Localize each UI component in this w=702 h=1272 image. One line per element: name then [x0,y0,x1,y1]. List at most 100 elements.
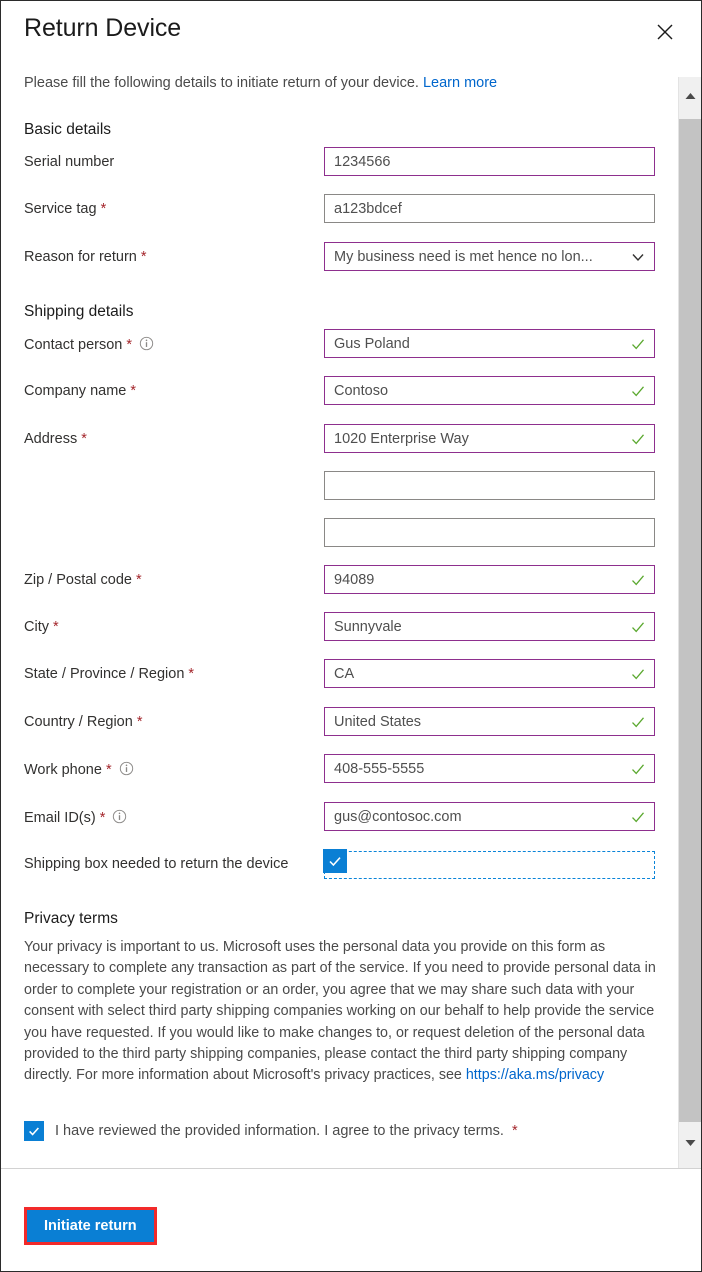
shipping-field-input-6[interactable]: Sunnyvale [324,612,655,641]
field-value: Contoso [334,382,389,399]
shipping-field-input-3[interactable] [324,471,655,500]
label-text: Work phone [24,762,102,778]
chevron-down-icon [632,253,644,261]
shipping-field-input-9[interactable]: 408-555-5555 [324,754,655,783]
required-asterisk: * [48,619,59,635]
info-icon[interactable] [119,761,134,776]
privacy-agreement-text: I have reviewed the provided information… [55,1123,504,1139]
dialog-header: Return Device [1,1,701,67]
close-button[interactable] [650,17,680,47]
caret-up-icon [685,93,695,99]
basic-field-label-0: Serial number [24,154,114,170]
required-asterisk: * [136,249,147,265]
label-text: Country / Region [24,714,133,730]
shipping-field-input-1[interactable]: Contoso [324,376,655,405]
shipping-field-input-4[interactable] [324,518,655,547]
label-text: Company name [24,383,127,399]
label-text: Address [24,431,78,447]
return-device-form: Please fill the following details to ini… [1,67,677,1168]
info-icon[interactable] [139,336,154,351]
check-icon [329,857,341,867]
required-asterisk: * [132,714,143,730]
required-asterisk: * [77,431,87,447]
field-value: Gus Poland [334,335,410,352]
shipping-field-input-10[interactable]: gus@contosoc.com [324,802,655,831]
shipping-field-label-9: Work phone * [24,761,134,778]
label-text: Serial number [24,154,115,170]
label-text: Contact person [24,337,123,353]
shipping-field-input-2[interactable]: 1020 Enterprise Way [324,424,655,453]
basic-field-input-0[interactable]: 1234566 [324,147,655,176]
label-text: City [24,619,49,635]
field-value: 1234566 [334,153,391,170]
shipping-box-checkbox[interactable] [323,849,347,873]
learn-more-link[interactable]: Learn more [423,75,497,91]
basic-field-input-1[interactable]: a123bdcef [324,194,655,223]
validation-check-icon [632,574,644,585]
privacy-body: Your privacy is important to us. Microso… [24,939,656,1084]
shipping-field-label-1: Company name * [24,383,136,399]
validation-check-icon [632,668,644,679]
required-asterisk: * [126,383,137,399]
section-title-privacy-terms: Privacy terms [24,910,118,927]
check-icon [29,1127,39,1136]
field-value: Sunnyvale [334,618,402,635]
label-text: Zip / Postal code [24,572,132,588]
shipping-field-label-2: Address * [24,431,87,447]
field-value: a123bdcef [334,200,402,217]
validation-check-icon [632,385,644,396]
shipping-box-focus-outline [324,851,655,879]
validation-check-icon [632,621,644,632]
return-device-dialog: Return Device Please fill the following … [0,0,702,1272]
privacy-agreement-row: I have reviewed the provided information… [24,1121,518,1141]
shipping-field-input-0[interactable]: Gus Poland [324,329,655,358]
scrollbar-thumb[interactable] [679,119,701,1122]
initiate-return-button[interactable]: Initiate return [24,1207,157,1245]
dialog-scroll-region: Please fill the following details to ini… [1,67,701,1168]
field-value: 1020 Enterprise Way [334,430,469,447]
validation-check-icon [632,433,644,444]
shipping-box-label: Shipping box needed to return the device [24,856,289,872]
shipping-field-label-0: Contact person * [24,336,154,353]
validation-check-icon [632,763,644,774]
basic-field-label-2: Reason for return * [24,249,147,265]
scroll-up-button[interactable] [679,85,701,107]
vertical-scrollbar[interactable] [678,77,701,1168]
field-value: 94089 [334,571,375,588]
info-icon[interactable] [112,809,127,824]
scroll-down-button[interactable] [679,1132,701,1154]
shipping-field-label-8: Country / Region * [24,714,142,730]
validation-check-icon [632,338,644,349]
validation-check-icon [632,716,644,727]
section-title-basic-details: Basic details [24,121,112,138]
field-value: gus@contosoc.com [334,808,462,825]
shipping-field-label-5: Zip / Postal code * [24,572,142,588]
basic-field-label-1: Service tag * [24,201,106,217]
basic-field-input-2[interactable]: My business need is met hence no lon... [324,242,655,271]
shipping-field-label-10: Email ID(s) * [24,809,127,826]
privacy-agreement-label: I have reviewed the provided information… [55,1123,518,1139]
shipping-field-input-7[interactable]: CA [324,659,655,688]
field-value: 408-555-5555 [334,760,425,777]
label-text: Service tag [24,201,97,217]
privacy-terms-text: Your privacy is important to us. Microso… [24,937,656,1087]
section-title-shipping-details: Shipping details [24,303,134,320]
page-title: Return Device [24,14,182,42]
field-value: My business need is met hence no lon... [334,248,593,265]
required-asterisk: * [507,1123,518,1139]
intro-text: Please fill the following details to ini… [24,75,497,91]
label-text: State / Province / Region [24,666,185,682]
field-value: United States [334,713,422,730]
shipping-field-input-5[interactable]: 94089 [324,565,655,594]
shipping-field-input-8[interactable]: United States [324,707,655,736]
required-asterisk: * [132,572,142,588]
intro-sentence: Please fill the following details to ini… [24,75,419,91]
privacy-agreement-checkbox[interactable] [24,1121,44,1141]
shipping-field-label-6: City * [24,619,59,635]
field-value: CA [334,665,355,682]
shipping-field-label-7: State / Province / Region * [24,666,194,682]
privacy-policy-link[interactable]: https://aka.ms/privacy [466,1067,604,1083]
required-asterisk: * [96,201,107,217]
required-asterisk: * [95,810,106,826]
label-text: Email ID(s) [24,810,96,826]
